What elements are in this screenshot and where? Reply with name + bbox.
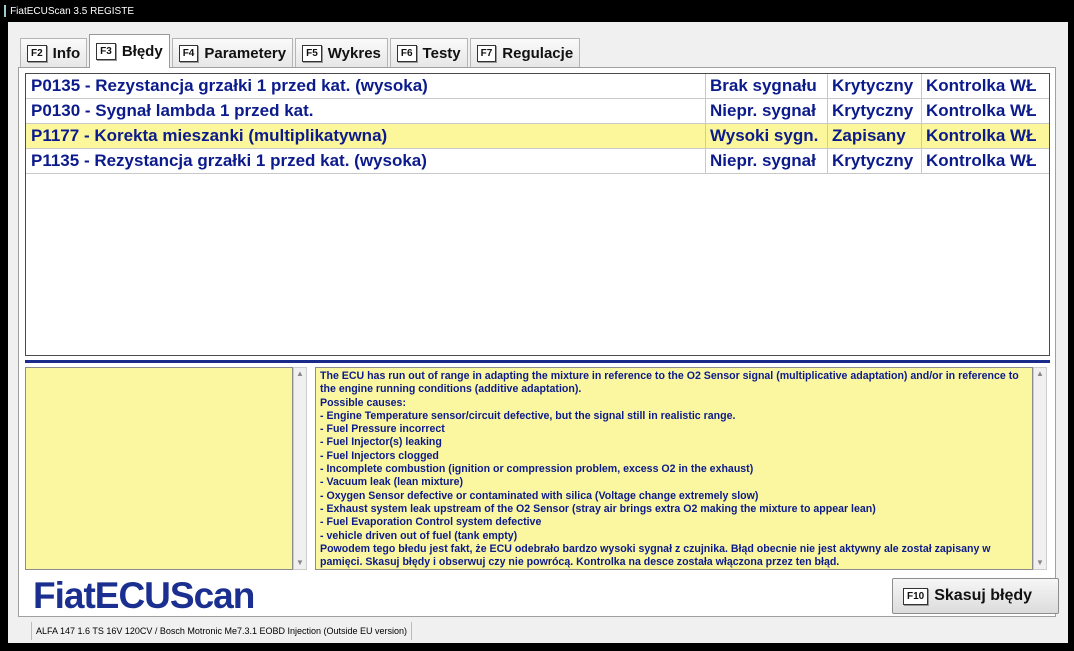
fault-status: Krytyczny bbox=[828, 74, 922, 98]
status-bar: ALFA 147 1.6 TS 16V 120CV / Bosch Motron… bbox=[18, 621, 1058, 641]
tab-testy[interactable]: F6 Testy bbox=[389, 38, 468, 68]
scroll-up-icon[interactable]: ▲ bbox=[294, 368, 306, 380]
f3-key-icon: F3 bbox=[96, 43, 116, 60]
fault-list[interactable]: P0135 - Rezystancja grzałki 1 przed kat.… bbox=[25, 73, 1050, 356]
clear-faults-button[interactable]: F10 Skasuj błędy bbox=[892, 578, 1059, 614]
tab-bar: F2 Info F3 Błędy F4 Parametery F5 Wykres… bbox=[20, 34, 582, 68]
fault-description: P1135 - Rezystancja grzałki 1 przed kat.… bbox=[26, 149, 706, 173]
faults-panel: P0135 - Rezystancja grzałki 1 przed kat.… bbox=[18, 67, 1059, 617]
title-bar: FiatECUScan 3.5 REGISTE bbox=[0, 0, 134, 22]
f7-key-icon: F7 bbox=[476, 45, 497, 62]
info-line: The ECU has run out of range in adapting… bbox=[320, 370, 1019, 396]
f6-key-icon: F6 bbox=[396, 45, 417, 62]
info-line: - Oxygen Sensor defective or contaminate… bbox=[320, 489, 759, 502]
info-line: - Fuel Injectors clogged bbox=[320, 449, 439, 462]
tab-bledy[interactable]: F3 Błędy bbox=[89, 34, 170, 68]
freeze-frame-scrollbar[interactable]: ▲ ▼ bbox=[293, 367, 307, 570]
fault-status: Zapisany bbox=[828, 124, 922, 148]
fault-status: Krytyczny bbox=[828, 149, 922, 173]
section-divider bbox=[25, 360, 1050, 363]
f2-key-icon: F2 bbox=[27, 45, 47, 62]
tab-info[interactable]: F2 Info bbox=[20, 38, 88, 68]
scroll-up-icon[interactable]: ▲ bbox=[1034, 368, 1046, 380]
fault-signal: Brak sygnału bbox=[706, 74, 828, 98]
fault-signal: Niepr. sygnał bbox=[706, 149, 828, 173]
fault-row-selected[interactable]: P1177 - Korekta mieszanki (multiplikatyw… bbox=[26, 124, 1049, 149]
status-grip bbox=[18, 622, 32, 640]
scroll-down-icon[interactable]: ▼ bbox=[294, 557, 306, 569]
info-line: - Incomplete combustion (ignition or com… bbox=[320, 463, 754, 476]
freeze-frame-box[interactable] bbox=[25, 367, 293, 570]
f10-key-icon: F10 bbox=[903, 587, 929, 605]
info-line: - vehicle driven out of fuel (tank empty… bbox=[320, 529, 518, 542]
f4-key-icon: F4 bbox=[178, 45, 199, 62]
tab-label: Wykres bbox=[327, 45, 381, 62]
fault-row[interactable]: P0135 - Rezystancja grzałki 1 przed kat.… bbox=[26, 74, 1049, 99]
window-title: FiatECUScan 3.5 REGISTE bbox=[10, 5, 134, 17]
info-line: - Fuel Evaporation Control system defect… bbox=[320, 516, 542, 529]
fault-lamp: Kontrolka WŁ bbox=[926, 126, 1037, 145]
info-line: - Exhaust system leak upstream of the O2… bbox=[320, 502, 876, 515]
tab-label: Info bbox=[52, 45, 81, 62]
fault-lamp: Kontrolka WŁ bbox=[926, 101, 1037, 120]
fault-description: P0135 - Rezystancja grzałki 1 przed kat.… bbox=[26, 74, 706, 98]
tab-regulacje[interactable]: F7 Regulacje bbox=[469, 38, 581, 68]
vehicle-info: ALFA 147 1.6 TS 16V 120CV / Bosch Motron… bbox=[32, 622, 413, 640]
main-window: F2 Info F3 Błędy F4 Parametery F5 Wykres… bbox=[8, 22, 1068, 643]
fault-lamp: Kontrolka WŁ bbox=[926, 76, 1037, 95]
fault-status: Krytyczny bbox=[828, 99, 922, 123]
fault-lamp: Kontrolka WŁ bbox=[926, 151, 1037, 170]
fault-signal: Niepr. sygnał bbox=[706, 99, 828, 123]
fault-row[interactable]: P0130 - Sygnał lambda 1 przed kat. Niepr… bbox=[26, 99, 1049, 124]
app-icon bbox=[4, 5, 7, 17]
tab-label: Błędy bbox=[121, 43, 163, 60]
info-line: Powodem tego błedu jest fakt, że ECU ode… bbox=[320, 542, 991, 569]
fault-description: P0130 - Sygnał lambda 1 przed kat. bbox=[26, 99, 706, 123]
info-scrollbar[interactable]: ▲ ▼ bbox=[1033, 367, 1047, 570]
fault-signal: Wysoki sygn. bbox=[706, 124, 828, 148]
f5-key-icon: F5 bbox=[302, 45, 322, 62]
info-line: - Fuel Pressure incorrect bbox=[320, 423, 445, 436]
info-line: - Vacuum leak (lean mixture) bbox=[320, 476, 464, 489]
fault-description: P1177 - Korekta mieszanki (multiplikatyw… bbox=[26, 124, 706, 148]
info-line: - Fuel Injector(s) leaking bbox=[320, 436, 442, 449]
tab-label: Testy bbox=[422, 45, 461, 62]
clear-faults-label: Skasuj błędy bbox=[934, 587, 1033, 604]
scroll-down-icon[interactable]: ▼ bbox=[1034, 557, 1046, 569]
fault-row[interactable]: P1135 - Rezystancja grzałki 1 przed kat.… bbox=[26, 149, 1049, 174]
tab-label: Regulacje bbox=[502, 45, 574, 62]
tab-wykres[interactable]: F5 Wykres bbox=[295, 38, 388, 68]
info-line: - Engine Temperature sensor/circuit defe… bbox=[320, 409, 736, 422]
tab-label: Parametery bbox=[204, 45, 287, 62]
fault-info-text[interactable]: The ECU has run out of range in adapting… bbox=[315, 367, 1033, 570]
app-logo: FiatECUScan bbox=[33, 575, 255, 616]
info-line: Possible causes: bbox=[320, 396, 406, 409]
tab-parametery[interactable]: F4 Parametery bbox=[171, 38, 294, 68]
